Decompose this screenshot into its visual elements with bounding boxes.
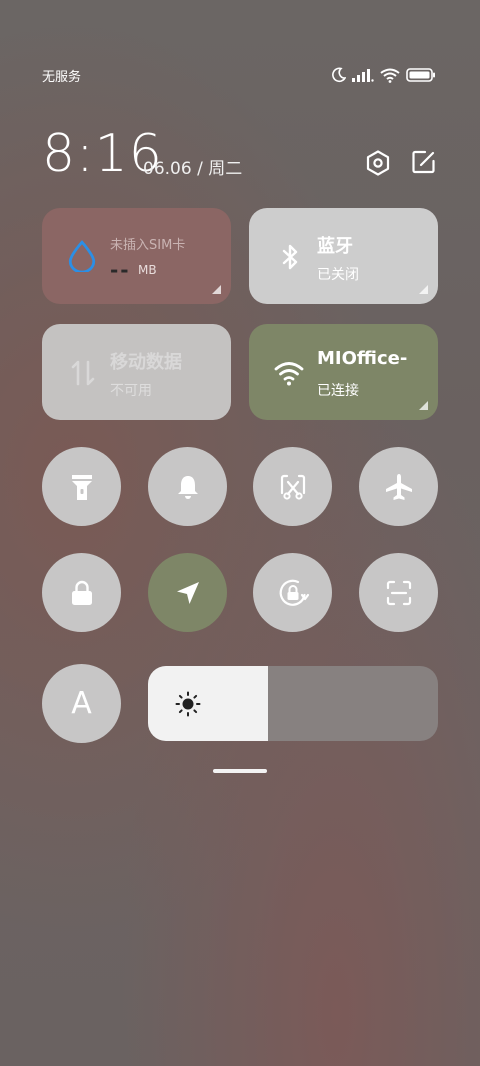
scanner-button[interactable] — [359, 553, 438, 632]
data-usage-value: -- — [110, 258, 131, 282]
screenshot-toggle[interactable] — [253, 447, 332, 526]
control-center-header: 8:16 06.06 / 周二 — [42, 126, 436, 182]
status-icons — [332, 67, 436, 83]
rotation-lock-icon — [279, 579, 309, 606]
expand-corner-icon — [419, 285, 428, 294]
wifi-icon — [274, 362, 304, 386]
brightness-slider[interactable] — [148, 666, 438, 741]
wifi-tile[interactable]: MIOffice- 已连接 — [249, 324, 438, 420]
bluetooth-title: 蓝牙 — [317, 236, 353, 257]
flashlight-toggle[interactable] — [42, 447, 121, 526]
airplane-mode-toggle[interactable] — [359, 447, 438, 526]
location-icon — [176, 581, 199, 604]
airplane-icon — [385, 473, 412, 500]
sim-status-label: 未插入SIM卡 — [110, 238, 186, 253]
expand-corner-icon — [212, 285, 221, 294]
bluetooth-icon — [282, 244, 298, 270]
lock-icon — [71, 580, 92, 605]
water-drop-icon — [68, 240, 96, 272]
date-label: 06.06 / 周二 — [143, 159, 243, 179]
scan-icon — [386, 580, 411, 605]
bluetooth-status: 已关闭 — [317, 267, 359, 283]
battery-icon — [406, 68, 435, 82]
silent-toggle[interactable] — [148, 447, 227, 526]
wifi-network-name: MIOffice- — [317, 348, 408, 369]
edit-icon[interactable] — [412, 150, 436, 174]
mobile-data-title: 移动数据 — [110, 352, 182, 373]
wifi-status: 已连接 — [317, 383, 359, 399]
rotation-lock-toggle[interactable] — [253, 553, 332, 632]
bluetooth-tile[interactable]: 蓝牙 已关闭 — [249, 208, 438, 304]
flashlight-icon — [71, 474, 92, 500]
location-toggle[interactable] — [148, 553, 227, 632]
expand-corner-icon — [419, 401, 428, 410]
lock-screen-button[interactable] — [42, 553, 121, 632]
auto-brightness-toggle[interactable]: A — [42, 664, 121, 743]
sun-icon — [175, 691, 201, 717]
bell-icon — [177, 475, 198, 499]
settings-icon[interactable] — [366, 150, 390, 176]
panel-drag-handle[interactable] — [213, 769, 267, 773]
screenshot-icon — [280, 474, 305, 500]
auto-brightness-label: A — [71, 685, 92, 721]
mobile-data-tile[interactable]: 移动数据 不可用 — [42, 324, 231, 420]
status-bar: 无服务 — [42, 66, 436, 86]
carrier-label: 无服务 — [42, 70, 82, 85]
moon-icon — [332, 67, 346, 83]
data-arrows-icon — [71, 360, 95, 386]
wifi-icon — [380, 68, 400, 83]
data-usage-unit: MB — [138, 263, 157, 277]
sim-data-tile[interactable]: 未插入SIM卡 -- MB — [42, 208, 231, 304]
mobile-data-status: 不可用 — [110, 383, 152, 399]
brightness-slider-fill — [148, 666, 269, 741]
signal-icon — [352, 69, 374, 82]
